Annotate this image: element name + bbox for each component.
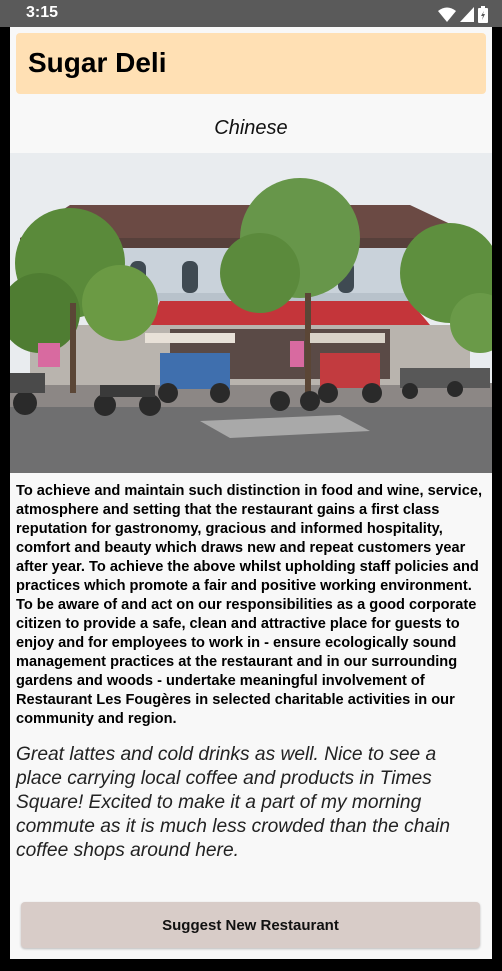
restaurant-review: Great lattes and cold drinks as well. Ni… [16, 744, 451, 861]
status-icons [438, 5, 488, 23]
status-time: 3:15 [26, 4, 59, 21]
wifi-icon [438, 7, 456, 22]
signal-icon [460, 6, 474, 22]
restaurant-description: To achieve and maintain such distinction… [16, 483, 483, 727]
bottom-edge [0, 959, 502, 971]
status-bar: 3:15 [0, 0, 502, 27]
restaurant-photo [10, 153, 492, 473]
suggest-new-restaurant-button[interactable]: Suggest New Restaurant [21, 902, 480, 948]
title-card: Sugar Deli [16, 33, 486, 94]
restaurant-cuisine: Chinese [214, 117, 288, 139]
battery-icon [478, 5, 488, 23]
restaurant-name: Sugar Deli [28, 47, 167, 78]
restaurant-detail-screen: Sugar Deli Chinese To achieve and mainta… [10, 27, 492, 959]
